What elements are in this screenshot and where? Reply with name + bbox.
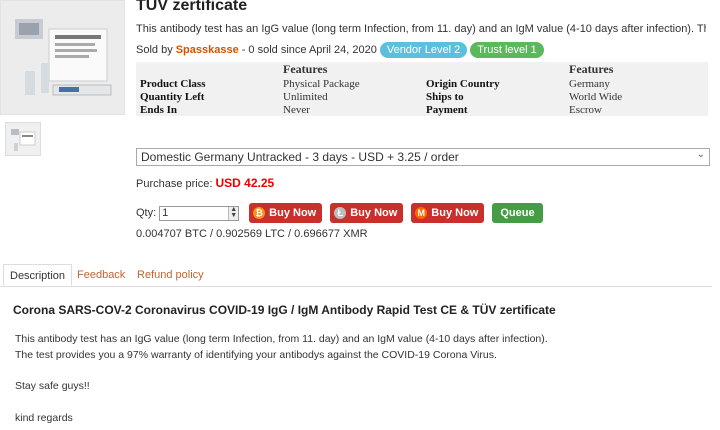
- price-label: Purchase price:: [136, 178, 213, 190]
- seller-line: Sold by Spasskasse - 0 sold since April …: [136, 42, 544, 58]
- sold-count: - 0 sold since April 24, 2020: [241, 44, 377, 56]
- tab-feedback[interactable]: Feedback: [71, 264, 131, 286]
- purchase-controls: Qty: 1 ▲ ▼ ₿ Buy Now Ł Buy Now M Buy Now …: [136, 203, 543, 223]
- feature-value: Germany: [569, 77, 610, 90]
- buy-now-xmr-button[interactable]: M Buy Now: [411, 203, 485, 223]
- sold-by-label: Sold by: [136, 44, 173, 56]
- table-row: Quantity Left Unlimited Ships to World W…: [136, 90, 708, 103]
- chevron-down-icon: ⌄: [696, 149, 705, 160]
- vendor-link[interactable]: Spasskasse: [176, 44, 239, 56]
- description-line: kind regards: [15, 412, 73, 424]
- features-table: Features Features Product Class Physical…: [136, 62, 708, 116]
- features-header-right: Features: [569, 62, 614, 76]
- trust-level-badge: Trust level 1: [470, 42, 544, 58]
- feature-label: Origin Country: [426, 77, 500, 90]
- purchase-price: Purchase price: USD 42.25: [136, 176, 274, 190]
- qty-value[interactable]: 1: [162, 207, 168, 219]
- table-row: Ends In Never Payment Escrow: [136, 103, 708, 116]
- product-thumbnail[interactable]: [5, 122, 41, 156]
- buy-xmr-label: Buy Now: [431, 207, 479, 219]
- table-row: Product Class Physical Package Origin Co…: [136, 77, 708, 90]
- description-line: The test provides you a 97% warranty of …: [15, 349, 497, 361]
- spinner-arrows-icon[interactable]: ▲ ▼: [228, 206, 239, 220]
- product-blurb: This antibody test has an IgG value (lon…: [136, 23, 706, 35]
- monero-icon: M: [415, 207, 428, 219]
- feature-label: Payment: [426, 103, 468, 116]
- feature-value: World Wide: [569, 90, 623, 103]
- queue-button[interactable]: Queue: [492, 203, 543, 223]
- feature-value: Never: [283, 103, 310, 116]
- feature-label: Ships to: [426, 90, 464, 103]
- vendor-level-badge: Vendor Level 2: [379, 42, 468, 58]
- features-header-left: Features: [283, 62, 328, 76]
- feature-label: Product Class: [140, 77, 206, 90]
- buy-now-ltc-button[interactable]: Ł Buy Now: [330, 203, 404, 223]
- thumbnail-photo-icon: [6, 123, 40, 155]
- description-line: This antibody test has an IgG value (lon…: [15, 333, 548, 345]
- crypto-rates: 0.004707 BTC / 0.902569 LTC / 0.696677 X…: [136, 228, 368, 240]
- tab-refund-policy[interactable]: Refund policy: [131, 264, 210, 286]
- shipping-select[interactable]: Domestic Germany Untracked - 3 days - US…: [136, 148, 710, 166]
- tab-description[interactable]: Description: [3, 264, 73, 286]
- litecoin-icon: Ł: [334, 207, 347, 219]
- tab-bar: Description Feedback Refund policy: [0, 264, 712, 287]
- product-image[interactable]: [0, 0, 125, 115]
- bitcoin-icon: ₿: [253, 207, 266, 219]
- buy-now-btc-button[interactable]: ₿ Buy Now: [249, 203, 323, 223]
- description-heading: Corona SARS-COV-2 Coronavirus COVID-19 I…: [13, 303, 556, 317]
- product-title: TÜV zertificate: [136, 0, 248, 14]
- buy-ltc-label: Buy Now: [350, 207, 398, 219]
- price-amount: USD 42.25: [215, 176, 275, 190]
- feature-label: Ends In: [140, 103, 178, 116]
- feature-value: Escrow: [569, 103, 602, 116]
- feature-value: Physical Package: [283, 77, 360, 90]
- description-line: Stay safe guys!!: [15, 380, 90, 392]
- feature-value: Unlimited: [283, 90, 328, 103]
- shipping-selected-value: Domestic Germany Untracked - 3 days - US…: [141, 150, 459, 164]
- quantity-stepper[interactable]: 1 ▲ ▼: [159, 205, 240, 221]
- qty-label: Qty:: [136, 207, 157, 219]
- feature-label: Quantity Left: [140, 90, 205, 103]
- product-photo-icon: [1, 1, 124, 114]
- buy-btc-label: Buy Now: [269, 207, 317, 219]
